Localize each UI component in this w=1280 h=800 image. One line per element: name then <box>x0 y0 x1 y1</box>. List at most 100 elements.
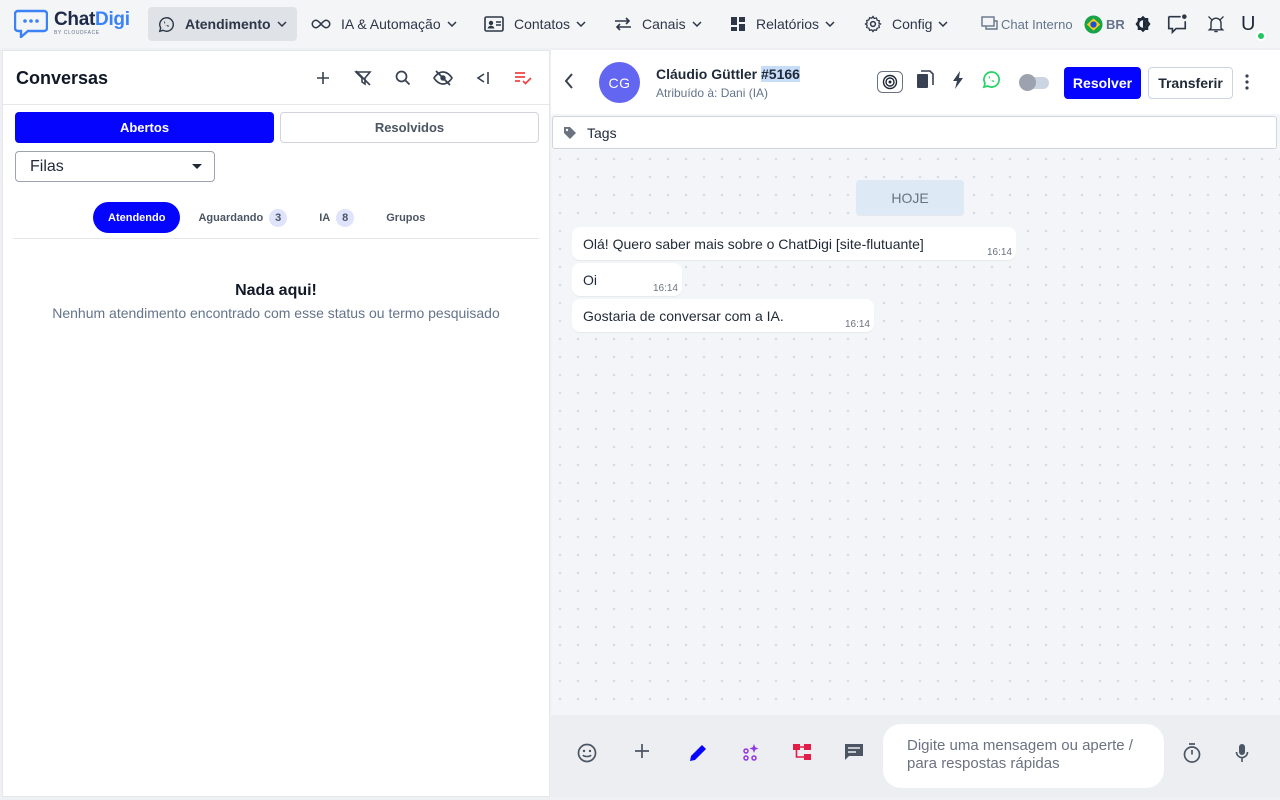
flow-button[interactable] <box>792 743 812 761</box>
subtabs-divider <box>13 238 539 239</box>
language-label: BR <box>1106 16 1125 32</box>
sort-check-icon <box>515 72 532 85</box>
quick-action-button[interactable] <box>952 70 964 90</box>
brazil-flag-icon <box>1084 14 1103 34</box>
quick-replies-button[interactable] <box>844 743 864 761</box>
transfer-button[interactable]: Transferir <box>1148 67 1233 99</box>
tag-icon <box>564 126 576 139</box>
message-input[interactable] <box>883 724 1164 788</box>
top-navbar: ChatDigi BY CLOUDFACE Atendimento IA & A… <box>0 0 1280 48</box>
ticket-id: #5166 <box>761 66 800 82</box>
microphone-icon <box>1235 744 1249 762</box>
header-divider <box>3 104 549 105</box>
chevron-down-icon <box>447 21 457 27</box>
chevron-down-icon <box>692 21 702 27</box>
message-text: Gostaria de conversar com a IA. <box>583 308 784 324</box>
message-time: 16:14 <box>986 247 1012 258</box>
language-selector[interactable]: BR <box>1084 0 1125 48</box>
subtab-atendendo[interactable]: Atendendo <box>93 202 181 233</box>
emoji-icon <box>577 743 597 763</box>
assigned-agent: Atribuído à: Dani (IA) <box>656 86 769 100</box>
nav-atendimento[interactable]: Atendimento <box>148 7 297 41</box>
chat-header: CG Cláudio Güttler #5166 Atribuído à: Da… <box>551 50 1280 114</box>
feedback-button[interactable] <box>1166 0 1188 48</box>
chat-panel: CG Cláudio Güttler #5166 Atribuído à: Da… <box>551 50 1280 797</box>
search-button[interactable] <box>383 65 423 91</box>
plus-icon <box>635 744 649 758</box>
gear-icon <box>864 15 882 33</box>
lightning-icon <box>953 71 963 89</box>
nav-label: Atendimento <box>185 16 271 32</box>
chat-interno-link[interactable]: Chat Interno <box>981 0 1073 48</box>
tab-resolvidos[interactable]: Resolvidos <box>280 112 539 143</box>
subtab-grupos[interactable]: Grupos <box>370 202 441 233</box>
collapse-button[interactable] <box>463 65 503 91</box>
filter-off-icon <box>354 70 372 86</box>
chevron-down-icon <box>277 21 287 27</box>
nav-ia-automacao[interactable]: IA & Automação <box>301 7 467 41</box>
chevron-left-icon <box>564 73 573 89</box>
contact-name[interactable]: Cláudio Güttler #5166 <box>656 66 800 82</box>
nav-canais[interactable]: Canais <box>604 7 712 41</box>
chatdigi-logo[interactable]: ChatDigi BY CLOUDFACE <box>14 8 130 38</box>
user-avatar[interactable]: U <box>1238 0 1266 48</box>
message-time: 16:14 <box>844 319 870 330</box>
theme-toggle[interactable] <box>1134 0 1152 48</box>
toggle-knob <box>1019 74 1036 91</box>
sparkles-icon <box>743 744 759 761</box>
clear-filter-button[interactable] <box>343 65 383 91</box>
subtab-aguardando[interactable]: Aguardando 3 <box>180 202 303 233</box>
search-icon <box>395 70 411 86</box>
online-status-dot <box>1256 31 1266 41</box>
resolve-button[interactable]: Resolver <box>1064 67 1141 99</box>
subtab-label: Atendendo <box>108 211 166 224</box>
logo-subtitle: BY CLOUDFACE <box>54 30 100 36</box>
queue-select[interactable]: Filas <box>15 151 215 182</box>
chat-bubble-logo-icon <box>14 9 48 38</box>
count-badge: 3 <box>269 208 288 227</box>
copy-button[interactable] <box>916 70 934 90</box>
notifications-button[interactable] <box>1206 0 1226 48</box>
fingerprint-icon <box>877 71 903 93</box>
more-options-button[interactable] <box>1245 74 1249 90</box>
voice-record-button[interactable] <box>1235 743 1249 763</box>
whatsapp-channel-button[interactable] <box>982 70 1001 89</box>
arrows-icon <box>615 17 631 31</box>
message-bubble[interactable]: Olá! Quero saber mais sobre o ChatDigi [… <box>572 227 1016 260</box>
ai-toggle[interactable] <box>1019 74 1049 91</box>
message-bubble[interactable]: Oi 16:14 <box>572 263 682 296</box>
plus-icon <box>317 72 329 84</box>
signature-button[interactable] <box>688 743 708 763</box>
messages-area[interactable]: HOJE Olá! Quero saber mais sobre o ChatD… <box>551 150 1280 715</box>
chevron-down-icon <box>825 21 835 27</box>
nav-label: Canais <box>642 16 686 32</box>
nav-relatorios[interactable]: Relatórios <box>720 7 845 41</box>
attach-button[interactable] <box>634 743 650 759</box>
ai-assist-button[interactable] <box>741 743 761 763</box>
nav-contatos[interactable]: Contatos <box>474 7 596 41</box>
back-button[interactable] <box>563 72 575 90</box>
emoji-button[interactable] <box>577 743 597 763</box>
message-text: Olá! Quero saber mais sobre o ChatDigi [… <box>583 236 924 252</box>
schedule-button[interactable] <box>1183 743 1201 763</box>
hide-button[interactable] <box>423 65 463 91</box>
contact-avatar[interactable]: CG <box>599 62 640 103</box>
whatsapp-icon <box>982 71 1000 89</box>
panel-title: Conversas <box>16 68 109 88</box>
message-text: Oi <box>583 272 597 288</box>
contact-card-icon <box>484 16 504 32</box>
new-conversation-button[interactable] <box>303 65 343 91</box>
tags-label: Tags <box>587 124 617 141</box>
nav-config[interactable]: Config <box>854 7 958 41</box>
user-initial: U <box>1241 13 1256 35</box>
tags-field[interactable]: Tags <box>552 116 1277 149</box>
tab-abertos[interactable]: Abertos <box>15 112 274 143</box>
fingerprint-button[interactable] <box>877 71 903 93</box>
message-bubble[interactable]: Gostaria de conversar com a IA. 16:14 <box>572 299 874 332</box>
subtab-ia[interactable]: IA 8 <box>303 202 370 233</box>
queue-select-value: Filas <box>30 157 64 175</box>
sort-button[interactable] <box>503 65 543 91</box>
more-vertical-icon <box>1245 74 1249 90</box>
subtab-label: Aguardando <box>198 211 264 224</box>
message-square-icon <box>845 744 863 760</box>
